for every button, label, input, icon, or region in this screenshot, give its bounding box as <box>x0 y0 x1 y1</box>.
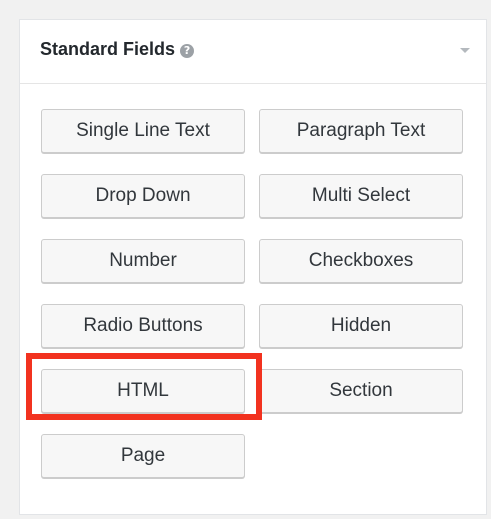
paragraph-text-button[interactable]: Paragraph Text <box>259 109 463 153</box>
section-button[interactable]: Section <box>259 369 463 413</box>
toggle-panel-icon[interactable] <box>460 48 470 53</box>
drop-down-button[interactable]: Drop Down <box>41 174 245 218</box>
standard-fields-panel: Standard Fields? Single Line Text Paragr… <box>19 19 487 515</box>
panel-title-text: Standard Fields <box>40 39 176 59</box>
multi-select-button[interactable]: Multi Select <box>259 174 463 218</box>
checkboxes-button[interactable]: Checkboxes <box>259 239 463 283</box>
radio-buttons-button[interactable]: Radio Buttons <box>41 304 245 348</box>
html-button[interactable]: HTML <box>41 369 245 413</box>
hidden-button[interactable]: Hidden <box>259 304 463 348</box>
panel-title: Standard Fields? <box>40 38 195 60</box>
single-line-text-button[interactable]: Single Line Text <box>41 109 245 153</box>
help-icon[interactable]: ? <box>180 44 195 58</box>
number-button[interactable]: Number <box>41 239 245 283</box>
page-button[interactable]: Page <box>41 434 245 478</box>
panel-header[interactable]: Standard Fields? <box>20 20 486 84</box>
